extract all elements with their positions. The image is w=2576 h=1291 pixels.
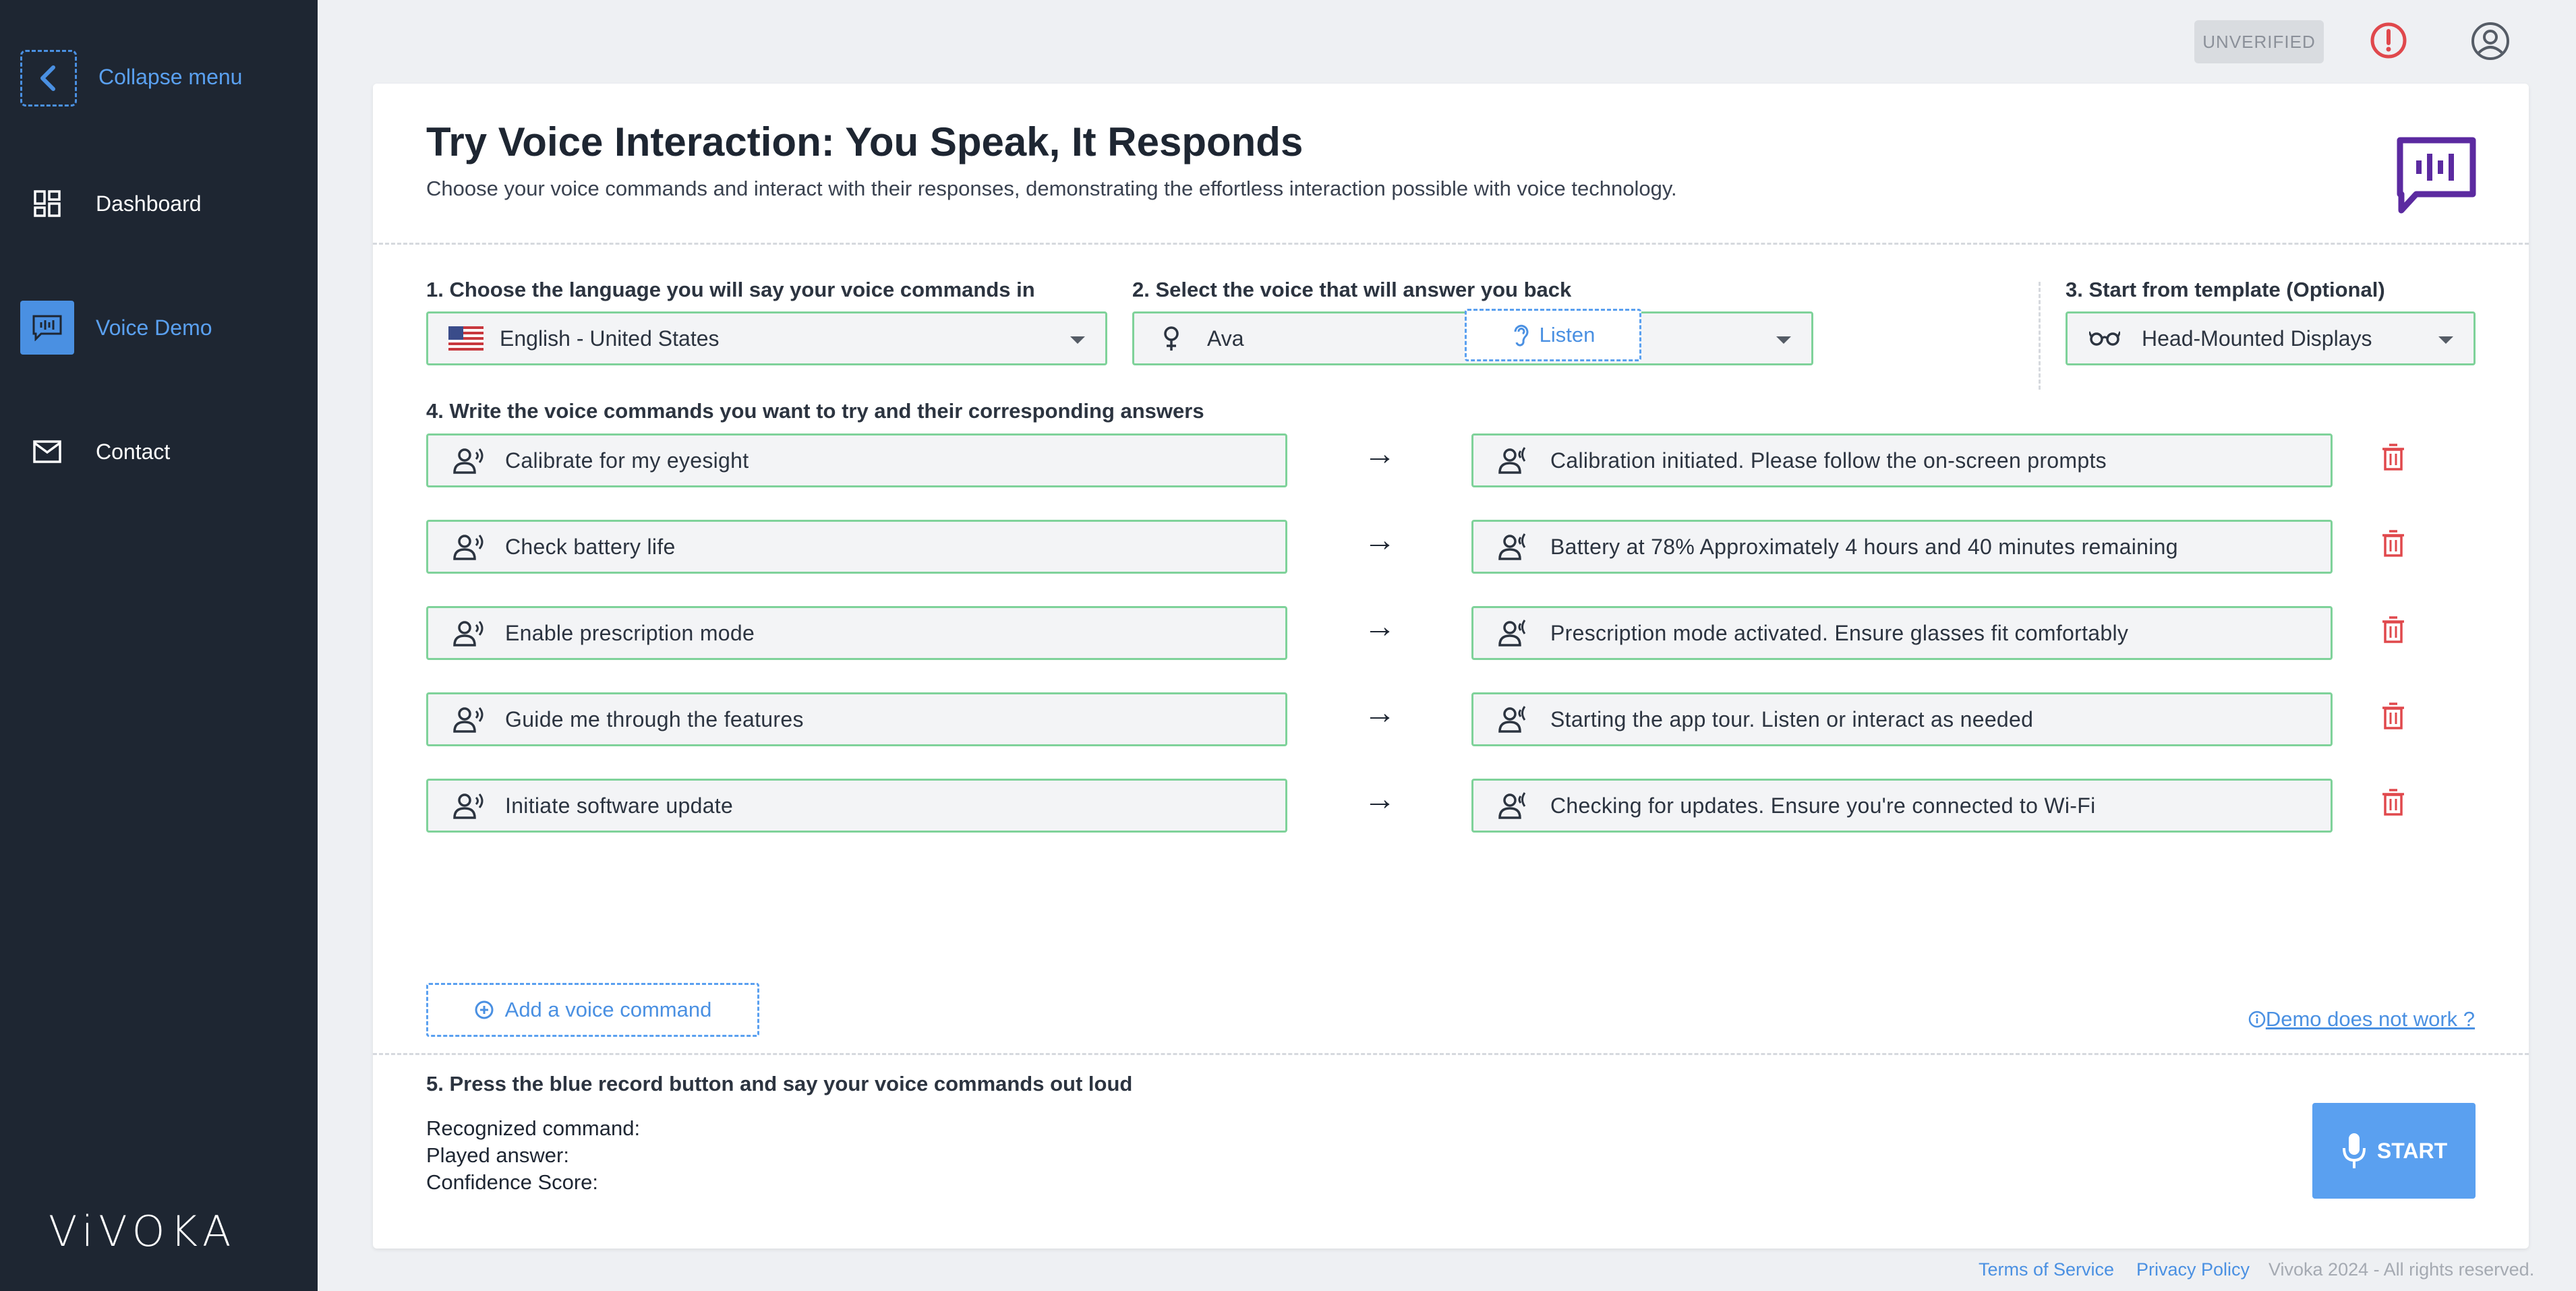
sidebar-item-label: Voice Demo xyxy=(96,315,212,340)
record-label: 5. Press the blue record button and say … xyxy=(426,1072,1133,1095)
chevron-down-icon xyxy=(2438,336,2453,344)
voice-answer-input[interactable]: Battery at 78% Approximately 4 hours and… xyxy=(1471,520,2333,574)
voice-command-text: Check battery life xyxy=(505,534,676,559)
voice-answer-input[interactable]: Prescription mode activated. Ensure glas… xyxy=(1471,606,2333,660)
microphone-icon xyxy=(2342,1133,2366,1168)
trash-icon[interactable] xyxy=(2381,616,2405,643)
voice-command-input[interactable]: Enable prescription mode xyxy=(426,606,1287,660)
add-voice-command-label: Add a voice command xyxy=(504,998,712,1021)
glasses-icon xyxy=(2089,331,2120,346)
demo-help-link-label: Demo does not work ? xyxy=(2265,1007,2475,1031)
unverified-badge: UNVERIFIED xyxy=(2194,20,2324,63)
sidebar-item-label: Dashboard xyxy=(96,191,202,216)
voice-command-input[interactable]: Calibrate for my eyesight xyxy=(426,433,1287,487)
voice-answer-text: Prescription mode activated. Ensure glas… xyxy=(1550,620,2129,645)
voice-label: 2. Select the voice that will answer you… xyxy=(1132,278,1572,301)
voice-answer-input[interactable]: Calibration initiated. Please follow the… xyxy=(1471,433,2333,487)
voice-answer-text: Calibration initiated. Please follow the… xyxy=(1550,448,2107,473)
language-label: 1. Choose the language you will say your… xyxy=(426,278,1035,301)
template-select[interactable]: Head-Mounted Displays xyxy=(2066,311,2476,365)
listen-button[interactable]: Listen xyxy=(1465,309,1641,361)
privacy-policy-link[interactable]: Privacy Policy xyxy=(2136,1259,2250,1280)
divider xyxy=(2039,282,2041,390)
copyright-text: Vivoka 2024 - All rights reserved. xyxy=(2268,1259,2535,1280)
user-account-icon[interactable] xyxy=(2469,20,2511,62)
divider xyxy=(373,243,2529,245)
sidebar: Collapse menu Dashboard Voice Demo Conta… xyxy=(0,0,318,1291)
info-icon xyxy=(2248,1011,2266,1028)
plus-circle-icon xyxy=(475,1000,494,1019)
voice-response-icon xyxy=(1498,533,1526,560)
language-value: English - United States xyxy=(500,326,720,351)
voice-response-icon xyxy=(1498,792,1526,819)
voice-value: Ava xyxy=(1207,326,1244,351)
recognized-command-label: Recognized command: xyxy=(426,1116,641,1140)
sidebar-item-label: Contact xyxy=(96,439,171,464)
played-answer-label: Played answer: xyxy=(426,1143,569,1167)
voice-answer-input[interactable]: Checking for updates. Ensure you're conn… xyxy=(1471,779,2333,833)
sidebar-item-contact[interactable]: Contact xyxy=(20,425,303,479)
trash-icon[interactable] xyxy=(2381,789,2405,816)
language-select[interactable]: English - United States xyxy=(426,311,1107,365)
trash-icon[interactable] xyxy=(2381,444,2405,471)
voice-command-text: Calibrate for my eyesight xyxy=(505,448,749,473)
voice-chat-logo-icon xyxy=(2397,137,2476,214)
chevron-down-icon xyxy=(1070,336,1085,344)
voice-command-input[interactable]: Initiate software update xyxy=(426,779,1287,833)
chevron-down-icon xyxy=(1776,336,1791,344)
page-subtitle: Choose your voice commands and interact … xyxy=(426,177,1677,200)
speaking-person-icon xyxy=(453,535,484,560)
voice-answer-text: Battery at 78% Approximately 4 hours and… xyxy=(1550,534,2178,559)
us-flag-icon xyxy=(448,326,484,351)
voice-demo-icon xyxy=(20,301,74,355)
trash-icon[interactable] xyxy=(2381,702,2405,729)
voice-answer-text: Starting the app tour. Listen or interac… xyxy=(1550,707,2034,731)
arrow-right-icon: → xyxy=(1364,522,1396,558)
voice-answer-input[interactable]: Starting the app tour. Listen or interac… xyxy=(1471,692,2333,746)
confidence-score-label: Confidence Score: xyxy=(426,1170,599,1194)
divider xyxy=(373,1053,2529,1055)
voice-response-icon xyxy=(1498,620,1526,647)
speaking-person-icon xyxy=(453,448,484,474)
dashboard-icon xyxy=(20,177,74,231)
listen-label: Listen xyxy=(1539,323,1596,347)
start-record-button[interactable]: START xyxy=(2312,1103,2476,1199)
terms-of-service-link[interactable]: Terms of Service xyxy=(1979,1259,2114,1280)
mail-icon xyxy=(20,425,74,479)
voice-command-text: Enable prescription mode xyxy=(505,620,755,645)
sidebar-item-dashboard[interactable]: Dashboard xyxy=(20,177,303,231)
speaking-person-icon xyxy=(453,793,484,819)
voice-response-icon xyxy=(1498,447,1526,474)
sidebar-item-voice-demo[interactable]: Voice Demo xyxy=(20,301,303,355)
alert-icon[interactable] xyxy=(2368,20,2409,61)
demo-help-link[interactable]: Demo does not work ? xyxy=(2241,1007,2475,1031)
chevron-left-icon xyxy=(40,65,55,91)
voice-command-input[interactable]: Guide me through the features xyxy=(426,692,1287,746)
voice-command-text: Initiate software update xyxy=(505,793,734,818)
template-label: 3. Start from template (Optional) xyxy=(2066,278,2385,301)
voice-demo-card: Try Voice Interaction: You Speak, It Res… xyxy=(373,84,2529,1249)
arrow-right-icon: → xyxy=(1364,436,1396,472)
start-label: START xyxy=(2376,1138,2448,1163)
arrow-right-icon: → xyxy=(1364,781,1396,817)
template-value: Head-Mounted Displays xyxy=(2142,326,2372,351)
add-voice-command-button[interactable]: Add a voice command xyxy=(426,983,759,1037)
page-title: Try Voice Interaction: You Speak, It Res… xyxy=(426,119,1304,164)
listen-ear-icon xyxy=(1514,324,1529,347)
voice-command-text: Guide me through the features xyxy=(505,707,804,731)
commands-label: 4. Write the voice commands you want to … xyxy=(426,399,1204,423)
arrow-right-icon: → xyxy=(1364,609,1396,644)
speaking-person-icon xyxy=(453,621,484,647)
trash-icon[interactable] xyxy=(2381,530,2405,557)
vivoka-logo: ViVOKA xyxy=(49,1207,237,1256)
voice-response-icon xyxy=(1498,706,1526,733)
collapse-menu-label[interactable]: Collapse menu xyxy=(98,65,242,90)
female-icon xyxy=(1164,326,1179,351)
voice-answer-text: Checking for updates. Ensure you're conn… xyxy=(1550,793,2096,818)
collapse-menu-button[interactable] xyxy=(20,50,77,107)
arrow-right-icon: → xyxy=(1364,695,1396,731)
speaking-person-icon xyxy=(453,707,484,733)
voice-command-input[interactable]: Check battery life xyxy=(426,520,1287,574)
